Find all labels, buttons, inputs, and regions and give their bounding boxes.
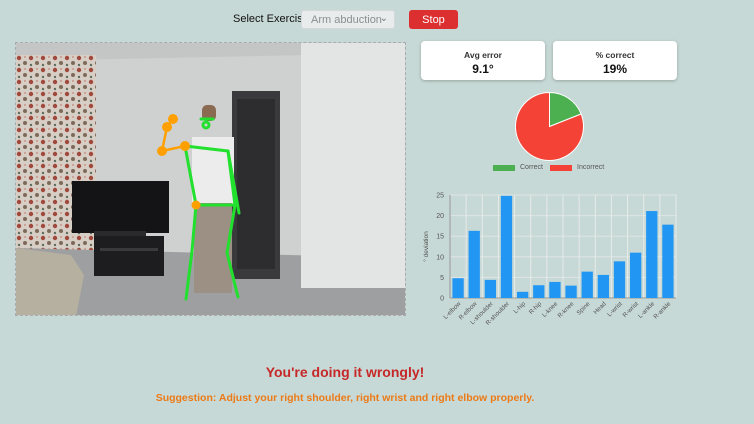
toolbar: Select Exercise: Arm abduction ⌄ Stop [0, 9, 754, 31]
bar-l-shoulder [484, 279, 497, 298]
bar-l-ankle [646, 211, 658, 298]
person-legs [194, 203, 232, 293]
bar-r-shoulder [500, 195, 513, 298]
tv-stand [94, 236, 164, 276]
x-tick-label: Spine [575, 300, 592, 317]
exercise-select[interactable]: Arm abduction ⌄ [301, 10, 395, 29]
bar-spine [581, 271, 593, 298]
bar-l-hip [516, 291, 529, 298]
bar-l-knee [549, 281, 561, 298]
camera-scene [16, 43, 405, 315]
y-axis-title: ° deviation [422, 231, 430, 262]
legend-swatch-incorrect [550, 165, 572, 171]
pct-correct-card: % correct 19% [553, 41, 677, 80]
legend-label-correct: Correct [520, 164, 543, 171]
correct-pie-chart [515, 91, 584, 161]
feedback-suggestion: Suggestion: Adjust your right shoulder, … [155, 392, 535, 404]
legend-label-incorrect: Incorrect [577, 164, 605, 171]
avg-error-title: Avg error [464, 50, 502, 60]
y-tick-label: 25 [436, 193, 444, 200]
tv [72, 181, 169, 233]
stop-button[interactable]: Stop [409, 10, 458, 29]
exercise-select-value: Arm abduction [311, 14, 382, 26]
legend-swatch-correct [493, 165, 515, 171]
pie-legend: Correct Incorrect [493, 164, 613, 174]
avg-error-value: 9.1° [472, 62, 494, 76]
camera-feed [15, 42, 406, 316]
x-tick-label: R-ankle [652, 300, 672, 320]
y-tick-label: 5 [440, 275, 444, 282]
y-tick-label: 10 [436, 254, 444, 261]
bar-r-ankle [662, 224, 674, 298]
bar-r-knee [565, 285, 577, 298]
x-tick-label: L-wrist [606, 300, 624, 318]
bar-r-wrist [629, 252, 642, 298]
pct-correct-title: % correct [595, 50, 635, 60]
pct-correct-value: 19% [602, 62, 628, 76]
feedback-message: You're doing it wrongly! [265, 364, 425, 380]
x-tick-label: R-knee [556, 300, 575, 319]
y-tick-label: 20 [436, 213, 444, 220]
chevron-down-icon: ⌄ [379, 13, 388, 24]
bar-l-wrist [613, 261, 626, 298]
bar-r-elbow [468, 230, 480, 298]
bar-r-hip [533, 285, 545, 298]
bar-l-elbow [452, 278, 464, 298]
x-tick-label: L-hip [512, 300, 527, 315]
bar-head [597, 274, 610, 298]
deviation-bar-chart: ° deviation0510152025L-elbowR-elbowL-sho… [422, 193, 677, 327]
y-tick-label: 0 [440, 296, 444, 303]
y-tick-label: 15 [436, 234, 444, 241]
avg-error-card: Avg error 9.1° [421, 41, 545, 80]
